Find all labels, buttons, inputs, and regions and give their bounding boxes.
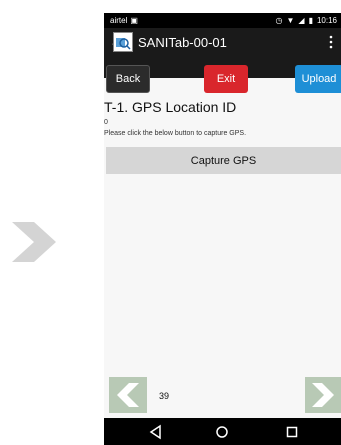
status-right: ◷ ▼ ◢ ▮ 10:16 bbox=[276, 13, 338, 28]
image-icon: ▣ bbox=[130, 16, 138, 25]
home-circle-icon[interactable] bbox=[214, 424, 230, 440]
app-logo-graphic bbox=[116, 38, 131, 50]
phone-screen: airtel ▣ ◷ ▼ ◢ ▮ 10:16 〈 SANITab-00-01 B… bbox=[104, 13, 341, 445]
system-navigation-bar bbox=[104, 418, 341, 445]
app-title: SANITab-00-01 bbox=[138, 35, 227, 50]
clock: 10:16 bbox=[316, 16, 337, 25]
screenshot-canvas: airtel ▣ ◷ ▼ ◢ ▮ 10:16 〈 SANITab-00-01 B… bbox=[0, 0, 341, 445]
back-triangle-icon[interactable] bbox=[148, 424, 164, 440]
wifi-icon: ▼ bbox=[286, 16, 295, 25]
large-chevron-right-icon bbox=[12, 222, 56, 262]
app-logo-icon[interactable] bbox=[113, 32, 133, 52]
alarm-icon: ◷ bbox=[275, 16, 283, 25]
capture-gps-button[interactable]: Capture GPS bbox=[106, 147, 341, 174]
chevron-right-icon bbox=[312, 383, 334, 407]
exit-button[interactable]: Exit bbox=[204, 65, 248, 93]
battery-icon: ▮ bbox=[308, 16, 313, 25]
gps-value: 0 bbox=[104, 119, 108, 126]
status-bar: airtel ▣ ◷ ▼ ◢ ▮ 10:16 bbox=[104, 13, 341, 28]
signal-icon: ◢ bbox=[298, 16, 305, 25]
upload-button[interactable]: Upload bbox=[295, 65, 341, 93]
previous-page-button[interactable] bbox=[109, 377, 147, 413]
back-button[interactable]: Back bbox=[106, 65, 150, 93]
overflow-menu-icon[interactable] bbox=[329, 35, 333, 49]
carrier-name: airtel bbox=[110, 16, 128, 25]
next-page-button[interactable] bbox=[305, 377, 341, 413]
chevron-left-icon bbox=[117, 383, 139, 407]
recents-square-icon[interactable] bbox=[284, 424, 300, 440]
page-number: 39 bbox=[159, 391, 170, 401]
status-left: airtel ▣ bbox=[110, 13, 138, 28]
question-title: T-1. GPS Location ID bbox=[104, 99, 237, 115]
question-hint: Please click the below button to capture… bbox=[104, 130, 247, 137]
